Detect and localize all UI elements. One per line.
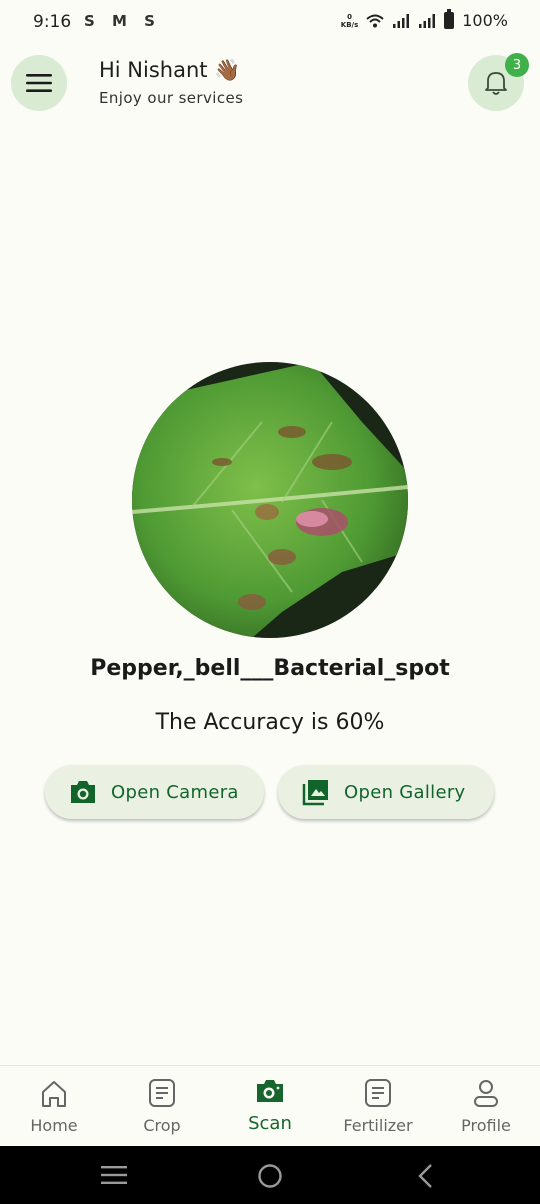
open-gallery-label: Open Gallery: [344, 781, 466, 803]
open-gallery-button[interactable]: Open Gallery: [278, 765, 494, 819]
signal-icon: [393, 13, 410, 28]
nav-scan[interactable]: Scan: [216, 1066, 324, 1147]
disease-name: Pepper,_bell___Bacterial_spot: [90, 656, 450, 681]
home-icon: [0, 1078, 108, 1110]
bell-icon: [485, 72, 507, 95]
status-bar: 9:16 S M S 0 KB/s 100%: [0, 0, 540, 44]
greeting-title: Hi Nishant 👋🏾: [99, 58, 241, 82]
battery-percent: 100%: [462, 11, 508, 30]
nav-crop-label: Crop: [143, 1116, 181, 1135]
open-camera-label: Open Camera: [111, 781, 239, 803]
back-icon[interactable]: [416, 1163, 434, 1189]
nav-fertilizer-label: Fertilizer: [343, 1116, 413, 1135]
notification-badge: 3: [505, 53, 529, 77]
open-camera-button[interactable]: Open Camera: [45, 765, 264, 819]
network-speed-unit: KB/s: [340, 20, 359, 29]
battery-icon: [444, 9, 455, 29]
home-system-icon[interactable]: [257, 1163, 283, 1189]
accuracy-text: The Accuracy is 60%: [155, 710, 385, 735]
system-navigation-bar: [0, 1146, 540, 1204]
camera-icon: [69, 780, 97, 804]
nav-fertilizer[interactable]: Fertilizer: [324, 1066, 432, 1147]
menu-button[interactable]: [11, 55, 67, 111]
status-time: 9:16: [33, 12, 72, 32]
status-app-icons: S M S: [84, 12, 161, 30]
recent-apps-icon[interactable]: [101, 1165, 127, 1185]
wifi-icon: [366, 14, 384, 27]
network-speed-value: 0: [347, 12, 352, 21]
gallery-icon: [302, 778, 330, 806]
hamburger-icon: [26, 74, 52, 92]
nav-profile-label: Profile: [461, 1116, 511, 1135]
document-icon: [108, 1078, 216, 1108]
person-icon: [432, 1078, 540, 1108]
bottom-navigation: Home Crop Scan Fertilizer Profile: [0, 1065, 540, 1147]
scanned-leaf-image: [132, 362, 408, 638]
nav-home-label: Home: [30, 1116, 78, 1135]
camera-icon: [216, 1078, 324, 1104]
status-right: 0 KB/s 100%: [341, 9, 508, 30]
network-speed: 0 KB/s: [341, 13, 358, 29]
document-icon: [324, 1078, 432, 1108]
nav-home[interactable]: Home: [0, 1066, 108, 1147]
nav-profile[interactable]: Profile: [432, 1066, 540, 1147]
nav-scan-label: Scan: [248, 1113, 292, 1134]
greeting: Hi Nishant 👋🏾 Enjoy our services: [99, 58, 243, 107]
signal-icon-2: [419, 13, 436, 28]
greeting-subtitle: Enjoy our services: [99, 89, 244, 107]
nav-crop[interactable]: Crop: [108, 1066, 216, 1147]
